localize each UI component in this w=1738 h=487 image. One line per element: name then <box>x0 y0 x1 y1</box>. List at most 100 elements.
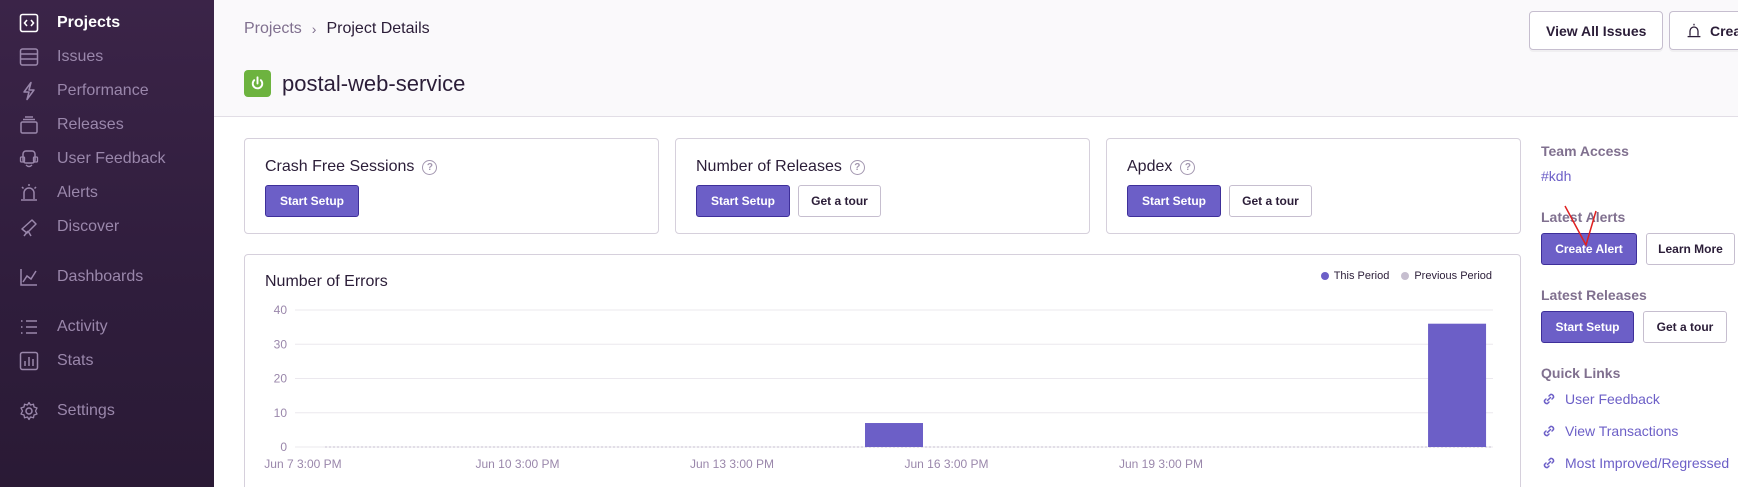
learn-more-button[interactable]: Learn More <box>1646 233 1735 265</box>
sidebar-item-alerts[interactable]: Alerts <box>18 181 98 205</box>
sidebar-item-stats[interactable]: Stats <box>18 349 93 373</box>
sidebar-item-dashboards[interactable]: Dashboards <box>18 265 143 289</box>
chart-bar <box>1428 323 1487 447</box>
sidebar-item-label: Settings <box>57 402 115 419</box>
performance-icon <box>18 80 40 102</box>
sidebar-item-label: User Feedback <box>57 150 166 167</box>
sidebar-item-label: Projects <box>57 14 121 31</box>
number-of-releases-card: Number of Releases ? Start Setup Get a t… <box>675 138 1090 234</box>
link-icon <box>1543 457 1555 469</box>
dashboards-icon <box>18 266 40 288</box>
chart-title: Number of Errors <box>265 273 388 290</box>
start-setup-button[interactable]: Start Setup <box>265 185 359 217</box>
quick-link-view-transactions[interactable]: View Transactions <box>1541 423 1678 439</box>
sidebar-item-label: Alerts <box>57 184 98 201</box>
stats-icon <box>18 350 40 372</box>
sidebar-item-label: Issues <box>57 48 104 65</box>
x-tick-label: Jun 7 3:00 PM <box>264 457 341 471</box>
sidebar-item-releases[interactable]: Releases <box>18 113 124 137</box>
quick-link-label: Most Improved/Regressed <box>1565 455 1730 471</box>
sidebar-item-label: Discover <box>57 218 120 235</box>
y-tick-label: 10 <box>274 406 288 420</box>
start-setup-button[interactable]: Start Setup <box>1541 311 1634 343</box>
get-a-tour-button[interactable]: Get a tour <box>1229 185 1312 217</box>
sidebar-item-performance[interactable]: Performance <box>18 79 149 103</box>
question-icon[interactable]: ? <box>849 159 865 175</box>
link-icon <box>1543 425 1555 437</box>
breadcrumb-current: Project Details <box>326 20 430 37</box>
sidebar-item-settings[interactable]: Settings <box>18 399 115 423</box>
chart-bar <box>865 423 923 447</box>
x-tick-label: Jun 16 3:00 PM <box>904 457 988 471</box>
breadcrumb: Projects › Project Details <box>244 20 430 38</box>
x-tick-label: Jun 19 3:00 PM <box>1119 457 1203 471</box>
quick-link-most-improved[interactable]: Most Improved/Regressed <box>1541 455 1729 471</box>
quick-links-heading: Quick Links <box>1541 365 1621 381</box>
y-tick-label: 20 <box>274 372 288 386</box>
legend-this-period[interactable]: This Period <box>1320 270 1390 282</box>
projects-icon <box>18 12 40 34</box>
team-link[interactable]: #kdh <box>1541 168 1571 184</box>
project-name: postal-web-service <box>282 70 466 96</box>
legend-previous-period[interactable]: Previous Period <box>1401 270 1492 282</box>
sidebar-item-label: Dashboards <box>57 268 144 285</box>
card-title-text: Crash Free Sessions <box>265 158 415 175</box>
annotation-checkmark <box>1564 205 1597 247</box>
activity-icon <box>18 316 40 338</box>
discover-icon <box>18 216 40 238</box>
y-tick-label: 0 <box>280 440 287 454</box>
sidebar-item-issues[interactable]: Issues <box>18 45 103 69</box>
spring-platform-icon <box>244 70 271 97</box>
quick-link-user-feedback[interactable]: User Feedback <box>1541 391 1660 407</box>
sidebar-item-discover[interactable]: Discover <box>18 215 119 239</box>
create-alert-header-button[interactable]: Crea <box>1669 11 1738 50</box>
sidebar-item-label: Activity <box>57 318 108 335</box>
sidebar-item-activity[interactable]: Activity <box>18 315 108 339</box>
crash-free-sessions-card: Crash Free Sessions ? Start Setup <box>244 138 659 234</box>
get-a-tour-button[interactable]: Get a tour <box>798 185 881 217</box>
sidebar-item-projects[interactable]: Projects <box>18 11 120 35</box>
errors-chart-panel: 0 10 20 30 40 Jun 7 3:00 PM Jun 10 3:00 PM Jun … <box>244 254 1521 487</box>
start-setup-button[interactable]: Start Setup <box>1127 185 1221 217</box>
errors-chart: 0 10 20 30 40 Jun 7 3:00 PM Jun 10 3:00 PM Jun … <box>264 303 1493 471</box>
sidebar-item-label: Stats <box>57 352 94 369</box>
alerts-icon <box>18 182 40 204</box>
legend-dot <box>1320 272 1329 280</box>
legend-label: Previous Period <box>1414 270 1492 282</box>
x-tick-label: Jun 10 3:00 PM <box>475 457 559 471</box>
get-a-tour-button[interactable]: Get a tour <box>1643 311 1727 343</box>
project-title: postal-web-service <box>244 70 465 97</box>
sidebar-item-user-feedback[interactable]: User Feedback <box>18 147 166 171</box>
start-setup-button[interactable]: Start Setup <box>696 185 790 217</box>
releases-icon <box>18 114 40 136</box>
card-title: Crash Free Sessions ? <box>265 158 438 176</box>
apdex-card: Apdex ? Start Setup Get a tour <box>1106 138 1521 234</box>
card-title-text: Number of Releases <box>696 158 842 175</box>
quick-link-label: User Feedback <box>1565 391 1660 407</box>
team-access-heading: Team Access <box>1541 143 1629 159</box>
card-title-text: Apdex <box>1127 158 1173 175</box>
question-icon[interactable]: ? <box>422 159 438 175</box>
y-tick-label: 40 <box>274 303 288 317</box>
card-title: Number of Releases ? <box>696 158 865 176</box>
latest-releases-heading: Latest Releases <box>1541 287 1647 303</box>
page-header: Projects › Project Details postal-web-se… <box>214 0 1738 117</box>
x-tick-label: Jun 13 3:00 PM <box>690 457 774 471</box>
legend-dot <box>1401 272 1410 280</box>
link-icon <box>1543 393 1555 405</box>
legend-label: This Period <box>1333 270 1390 282</box>
issues-icon <box>18 46 40 68</box>
sidebar: Projects Issues Performance Releases Use… <box>0 0 214 487</box>
question-icon[interactable]: ? <box>1180 159 1196 175</box>
siren-icon <box>1686 23 1702 39</box>
user-feedback-icon <box>18 148 40 170</box>
y-tick-label: 30 <box>274 337 288 351</box>
create-alert-header-label: Crea <box>1710 22 1738 39</box>
view-all-issues-button[interactable]: View All Issues <box>1529 11 1664 50</box>
settings-icon <box>18 400 40 422</box>
sidebar-item-label: Performance <box>57 82 149 99</box>
card-title: Apdex ? <box>1127 158 1196 176</box>
breadcrumb-projects-link[interactable]: Projects <box>244 20 302 38</box>
chevron-right-icon: › <box>311 21 317 37</box>
quick-link-label: View Transactions <box>1565 423 1679 439</box>
